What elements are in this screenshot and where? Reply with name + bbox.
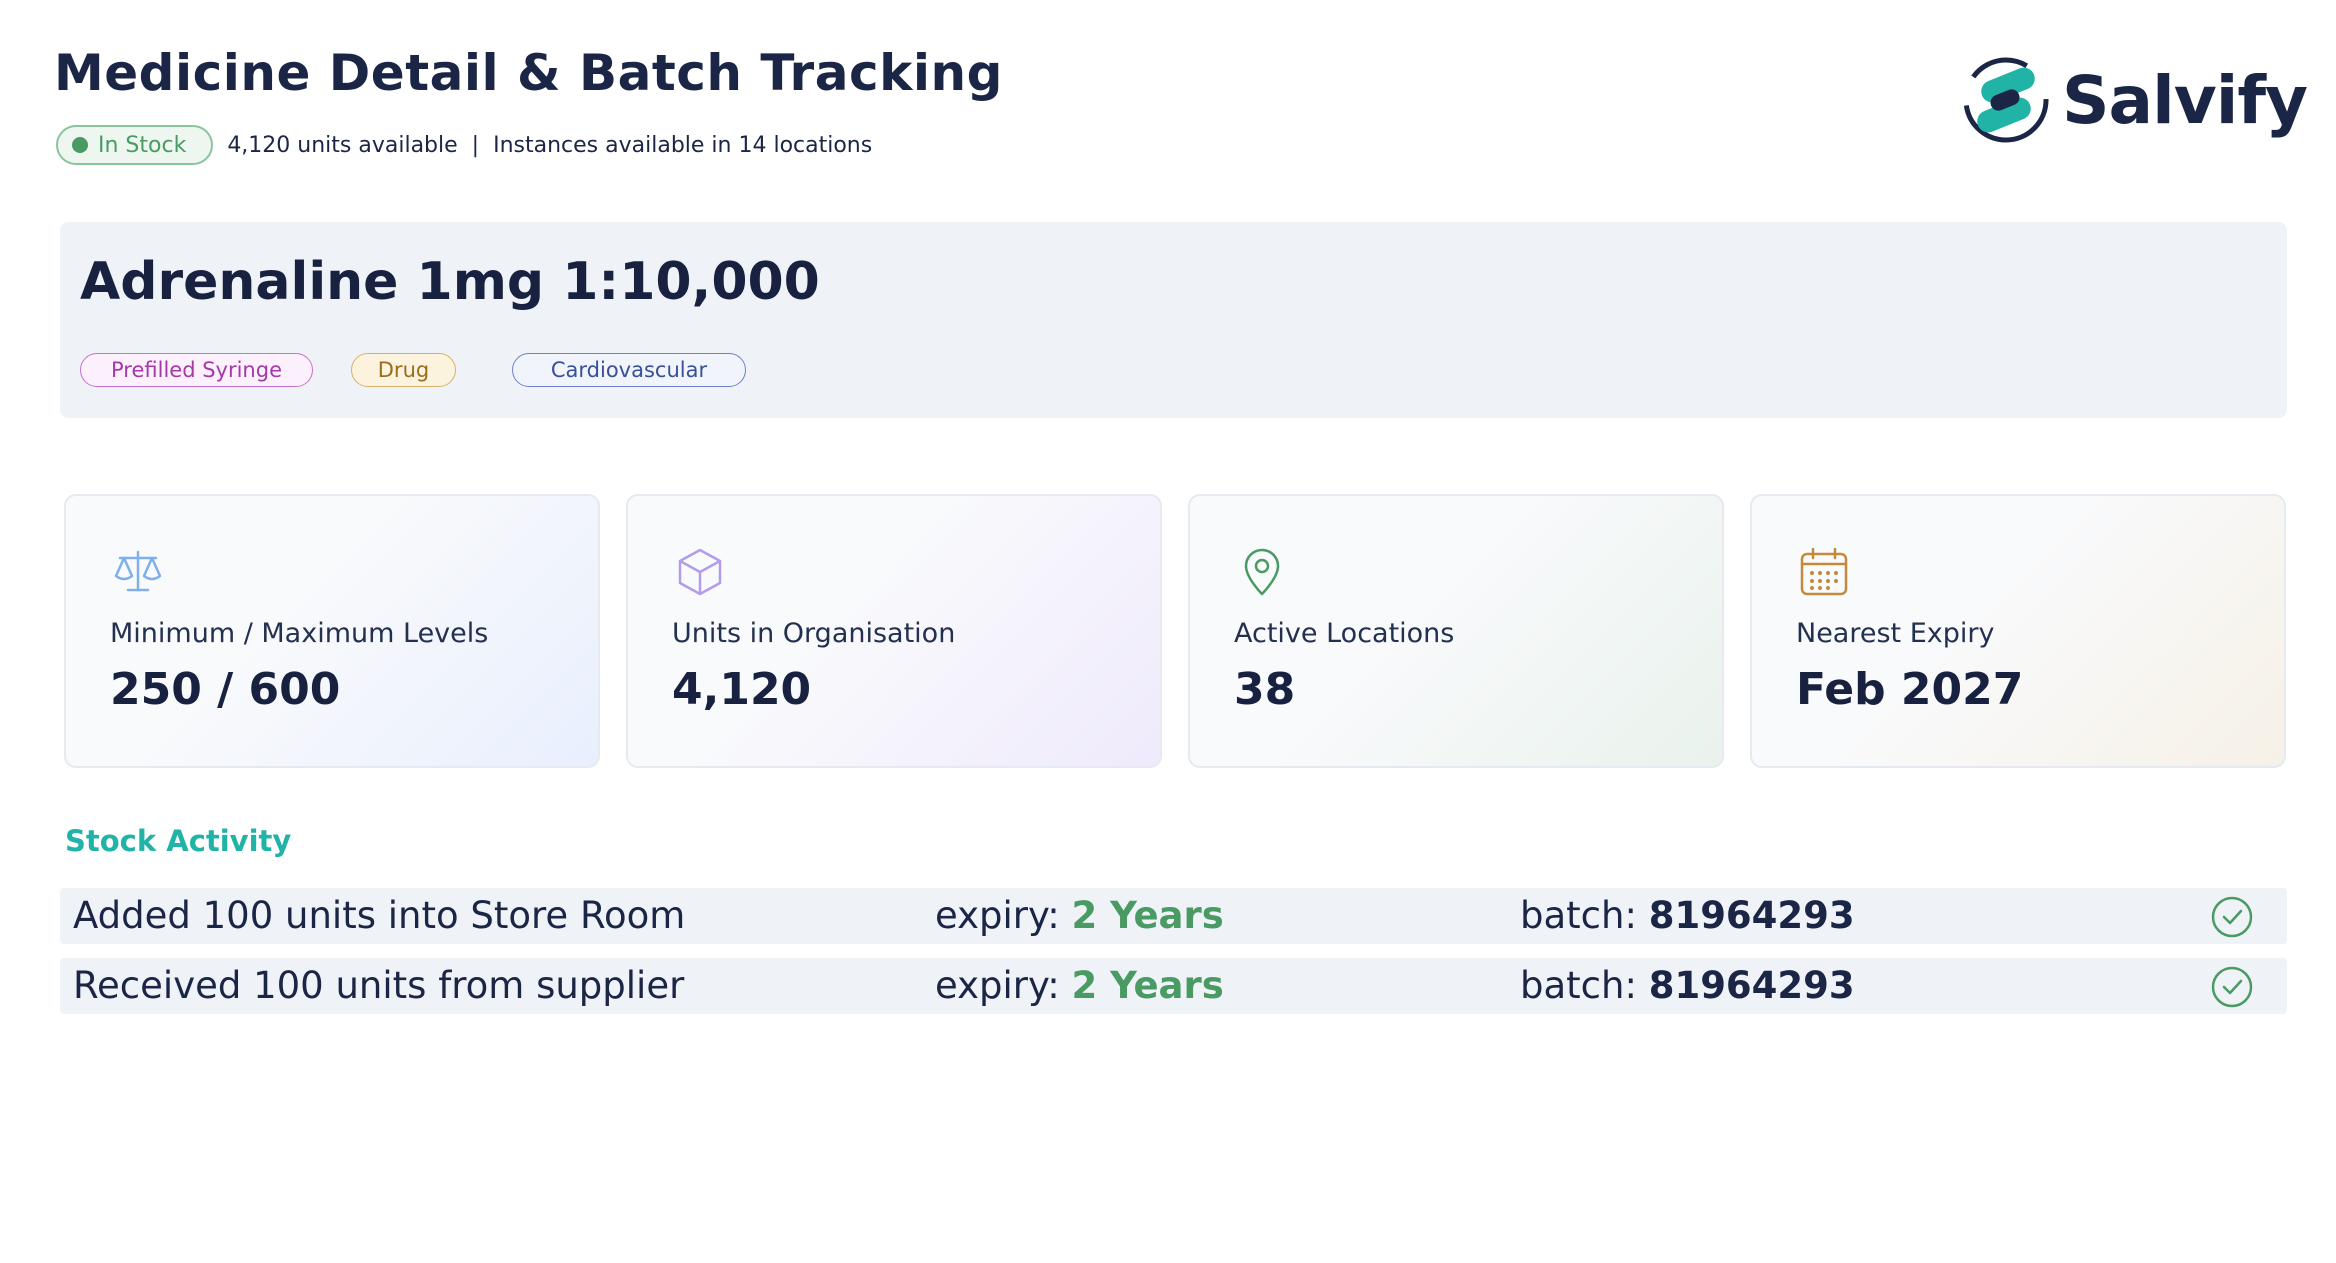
stat-value: 4,120 [672,664,812,715]
salvify-logo: Salvify [1960,50,2308,150]
logo-text: Salvify [2062,61,2308,139]
tag-prefilled-syringe[interactable]: Prefilled Syringe [80,353,313,387]
status-badge: In Stock [56,125,214,165]
activity-batch: batch: 81964293 [1520,888,1855,944]
stat-card-levels: Minimum / Maximum Levels 250 / 600 [64,494,600,768]
calendar-icon [1800,547,1848,596]
scale-icon [114,550,162,592]
expiry-value: 2 Years [1071,894,1224,937]
page-title: Medicine Detail & Batch Tracking [54,44,1003,102]
stat-label: Minimum / Maximum Levels [110,618,489,649]
stock-activity-title: Stock Activity [65,824,292,858]
stat-label: Nearest Expiry [1796,618,1995,649]
location-pin-icon [1244,548,1280,596]
check-circle-icon [2211,896,2253,938]
status-dot-icon [72,137,88,153]
batch-label: batch: [1520,964,1637,1007]
activity-description: Received 100 units from supplier [73,964,685,1007]
stat-label: Units in Organisation [672,618,956,649]
batch-value: 81964293 [1648,894,1855,937]
locations-text: Instances available in 14 locations [493,132,873,158]
stat-value: 38 [1234,664,1296,715]
stat-card-expiry: Nearest Expiry Feb 2027 [1750,494,2286,768]
box-icon [678,548,722,596]
tag-drug[interactable]: Drug [351,353,456,387]
expiry-label: expiry: [935,964,1060,1007]
activity-batch: batch: 81964293 [1520,958,1855,1014]
activity-description: Added 100 units into Store Room [73,894,686,937]
check-circle-icon [2211,966,2253,1008]
medicine-panel: Adrenaline 1mg 1:10,000 Prefilled Syring… [60,222,2287,418]
status-badge-label: In Stock [98,132,187,158]
batch-label: batch: [1520,894,1637,937]
medicine-name: Adrenaline 1mg 1:10,000 [80,252,820,312]
stat-card-locations: Active Locations 38 [1188,494,1724,768]
salvify-logo-mark-icon [1963,57,2049,143]
tag-cardiovascular[interactable]: Cardiovascular [512,353,746,387]
page: Medicine Detail & Batch Tracking In Stoc… [0,0,2336,1263]
activity-expiry: expiry: 2 Years [935,958,1224,1014]
activity-row[interactable]: Added 100 units into Store Room expiry: … [60,888,2287,944]
expiry-value: 2 Years [1071,964,1224,1007]
stat-value: 250 / 600 [110,664,341,715]
stat-value: Feb 2027 [1796,664,2024,715]
status-separator: | [471,132,480,158]
stat-card-units: Units in Organisation 4,120 [626,494,1162,768]
status-row: In Stock 4,120 units available | Instanc… [56,125,872,165]
expiry-label: expiry: [935,894,1060,937]
stat-label: Active Locations [1234,618,1455,649]
activity-expiry: expiry: 2 Years [935,888,1224,944]
activity-row[interactable]: Received 100 units from supplier expiry:… [60,958,2287,1014]
batch-value: 81964293 [1648,964,1855,1007]
units-available-text: 4,120 units available [227,132,458,158]
